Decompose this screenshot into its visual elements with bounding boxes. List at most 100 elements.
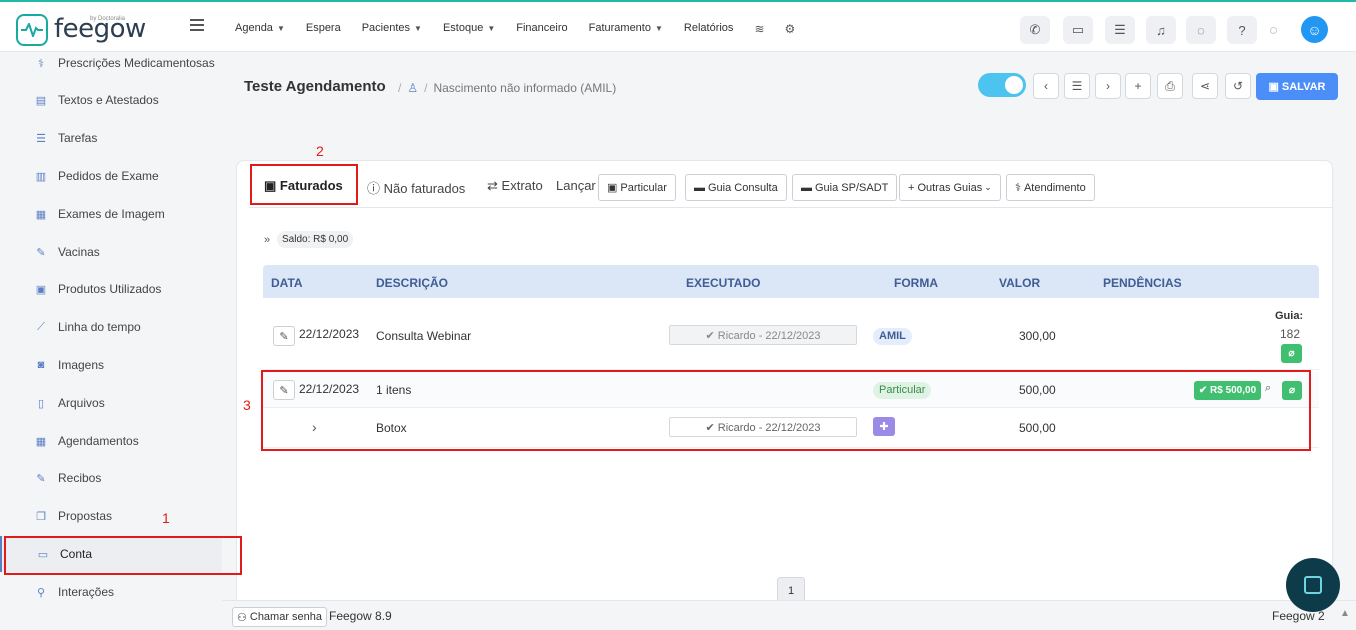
calendar-icon: ▦ (35, 435, 47, 448)
exchange-icon: ⇄ (487, 178, 498, 193)
row-valor: 300,00 (1019, 329, 1056, 343)
footer (222, 600, 1356, 630)
user-avatar-icon[interactable]: ☺ (1301, 16, 1328, 43)
row-description: Consulta Webinar (376, 329, 472, 343)
share-button[interactable]: ⋖ (1192, 73, 1218, 99)
money-icon: ▣ (607, 182, 618, 194)
previous-button[interactable]: ‹ (1033, 73, 1059, 99)
sidebar-item-propostas[interactable]: ❐ Propostas (0, 498, 222, 534)
chamar-senha-button[interactable]: ⚇ Chamar senha (232, 607, 328, 627)
header-descricao: DESCRIÇÃO (376, 276, 449, 290)
nav-relatorios[interactable]: Relatórios (684, 22, 734, 36)
clipboard-icon: ▥ (35, 170, 47, 183)
breadcrumb: / ♙ / Nascimento não informado (AMIL) (398, 81, 617, 95)
scroll-up-icon[interactable]: ▲ (1340, 608, 1350, 619)
sidebar-item-arquivos[interactable]: ▯ Arquivos (0, 385, 222, 421)
sidebar-item-recibos[interactable]: ✎ Recibos (0, 460, 222, 496)
saldo-badge: Saldo: R$ 0,00 (277, 231, 354, 248)
executed-field: ✔ Ricardo - 22/12/2023 (669, 325, 857, 345)
annotation-label-3: 3 (243, 397, 251, 413)
sidebar-item-agendamentos[interactable]: ▦ Agendamentos (0, 423, 222, 459)
save-button[interactable]: ▣ SALVAR (1256, 73, 1338, 100)
syringe-icon: ✎ (36, 246, 46, 259)
feegow-logo-icon[interactable] (16, 14, 48, 46)
user-icon: ♙ (407, 81, 419, 95)
guia-number: 182 (1280, 327, 1301, 341)
sidebar-item-pedidos-exame[interactable]: ▥ Pedidos de Exame (0, 158, 222, 194)
edit-icon[interactable]: ✎ (273, 326, 295, 346)
chevron-right-icon: › (1106, 79, 1110, 93)
tab-extrato[interactable]: ⇄ Extrato (487, 178, 543, 194)
tasks-icon: ☰ (36, 132, 46, 145)
sidebar-item-produtos[interactable]: ▣ Produtos Utilizados (0, 271, 222, 307)
tab-nao-faturados[interactable]: ⓘ Não faturados (367, 178, 465, 197)
guia-consulta-button[interactable]: ▬ Guia Consulta (685, 174, 787, 201)
saldo-expand-icon[interactable]: » (264, 234, 270, 246)
header-pendencias: PENDÊNCIAS (1103, 276, 1182, 290)
printer-icon: ⎙ (1165, 78, 1175, 93)
sidebar-item-linha-tempo[interactable]: ⟋ Linha do tempo (0, 309, 222, 345)
menu-toggle-icon[interactable] (190, 19, 204, 31)
nav-financeiro[interactable]: Financeiro (516, 22, 567, 36)
sidebar-item-prescricoes[interactable]: ⚕ Prescrições Medicamentosas (0, 45, 222, 81)
nav-pacientes[interactable]: Pacientes ▼ (362, 22, 422, 36)
status-toggle[interactable] (978, 73, 1026, 97)
nav-agenda[interactable]: Agenda ▼ (235, 22, 285, 36)
box-icon: ▣ (35, 283, 47, 296)
guia-label: Guia: (1275, 310, 1304, 322)
help-icon[interactable]: ? (1227, 16, 1257, 44)
copy-icon: ❐ (36, 510, 46, 523)
history-icon: ↺ (1232, 79, 1244, 93)
attachment-icon[interactable]: ⌀ (1281, 344, 1302, 363)
breadcrumb-patient-info: Nascimento não informado (AMIL) (433, 81, 617, 95)
phone-icon[interactable]: ✆ (1020, 16, 1050, 44)
chevron-down-icon: ⌄ (984, 182, 992, 192)
next-button[interactable]: › (1095, 73, 1121, 99)
add-button[interactable]: + (1125, 73, 1151, 99)
gear-icon[interactable]: ⚙ (785, 22, 796, 36)
timeline-icon: ⟋ (37, 320, 45, 333)
sidebar-item-imagens[interactable]: ◙ Imagens (0, 347, 222, 383)
nav-estoque[interactable]: Estoque ▼ (443, 22, 495, 36)
particular-button[interactable]: ▣ Particular (598, 174, 676, 201)
sidebar-item-exames-imagem[interactable]: ▦ Exames de Imagem (0, 196, 222, 232)
chat-fab-button[interactable] (1286, 558, 1340, 612)
status-indicator (1270, 27, 1277, 34)
sidebar-item-vacinas[interactable]: ✎ Vacinas (0, 234, 222, 270)
header-forma: FORMA (894, 276, 938, 290)
sidebar-item-textos[interactable]: ▤ Textos e Atestados (0, 82, 222, 118)
monitor-icon (1304, 576, 1322, 594)
pills-icon: ⚕ (38, 57, 44, 70)
chat-icon[interactable]: ◌ (1186, 16, 1216, 44)
sidebar-item-interacoes[interactable]: ⚲ Interações (0, 574, 222, 610)
nav-espera[interactable]: Espera (306, 22, 341, 36)
guia-sp-sadt-button[interactable]: ▬ Guia SP/SADT (792, 174, 898, 201)
alert-icon: ⓘ (367, 181, 381, 196)
annotation-box-2 (250, 164, 358, 205)
row-date: 22/12/2023 (299, 327, 360, 341)
print-button[interactable]: ⎙ (1157, 73, 1183, 99)
list-icon: ☰ (1071, 79, 1083, 93)
list-button[interactable]: ☰ (1064, 73, 1090, 99)
annotation-box-3 (261, 370, 1311, 451)
sidebar-item-tarefas[interactable]: ☰ Tarefas (0, 120, 222, 156)
checklist-icon[interactable]: ☰ (1105, 16, 1135, 44)
inbox-icon[interactable]: ▭ (1063, 16, 1093, 44)
forma-badge: AMIL (873, 328, 912, 345)
bell-icon[interactable]: ♫ (1146, 16, 1176, 44)
version-label: Feegow 8.9 (329, 609, 392, 623)
share-icon: ⋖ (1199, 79, 1211, 93)
brand-byline: by Doctoralia (90, 16, 126, 22)
users-icon: ⚇ (237, 611, 247, 624)
atendimento-button[interactable]: ⚕ Atendimento (1006, 174, 1095, 201)
header-executado: EXECUTADO (686, 276, 761, 290)
link-icon: ⚲ (36, 586, 46, 599)
plus-icon: + (908, 181, 915, 194)
database-icon[interactable]: ≋ (754, 22, 764, 36)
outras-guias-button[interactable]: + Outras Guias ⌄ (899, 174, 1001, 201)
page-title: Teste Agendamento (244, 78, 386, 95)
history-button[interactable]: ↺ (1225, 73, 1251, 99)
card-icon: ▬ (694, 181, 705, 194)
receipt-icon: ✎ (36, 472, 46, 485)
nav-faturamento[interactable]: Faturamento ▼ (589, 22, 663, 36)
